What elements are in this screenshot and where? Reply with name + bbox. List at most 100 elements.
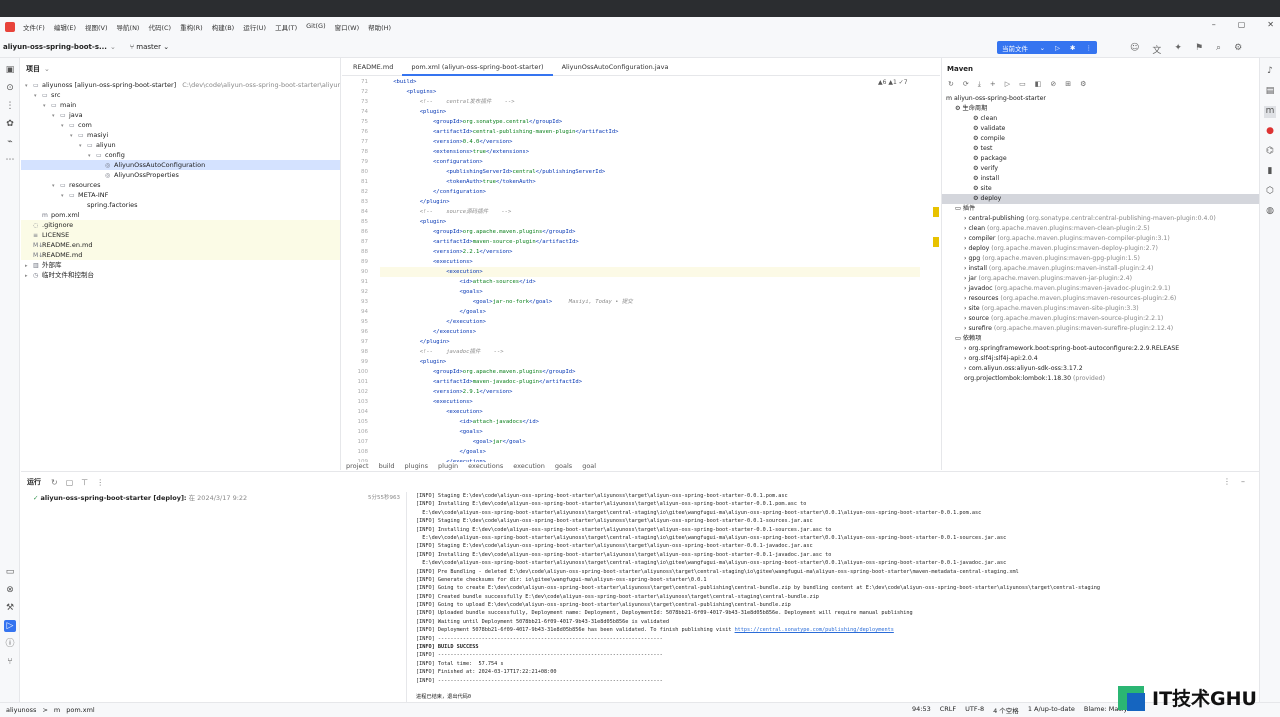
reload-icon[interactable]: ⟳ <box>963 80 969 94</box>
bookmark-icon[interactable]: ▮ <box>1264 166 1276 178</box>
status-item[interactable]: UTF-8 <box>965 705 984 715</box>
code-line[interactable]: <version>2.9.1</version> <box>380 387 920 397</box>
maven-tree-row[interactable]: › site (org.apache.maven.plugins:maven-s… <box>942 304 1259 314</box>
maven-tree-row[interactable]: › deploy (org.apache.maven.plugins:maven… <box>942 244 1259 254</box>
tree-arrow-icon[interactable]: ▾ <box>79 141 87 150</box>
close-icon[interactable]: ✕ <box>1267 20 1274 29</box>
tree-row[interactable]: ▾ ▭ config <box>21 150 340 160</box>
maven-tree-row[interactable]: org.projectlombok:lombok:1.18.30 (provid… <box>942 374 1259 384</box>
menu-item[interactable]: 视图(V) <box>85 22 108 32</box>
menu-item[interactable]: 导航(N) <box>117 22 140 32</box>
plugin-icon[interactable]: ⚑ <box>1195 43 1203 56</box>
code-text[interactable]: <build> <plugins> <!-- central发布插件 --> <… <box>380 77 920 462</box>
code-line[interactable]: <publishingServerId>central</publishingS… <box>380 167 920 177</box>
maven-tree-row[interactable]: ⚙ clean <box>942 114 1259 124</box>
breadcrumb-item[interactable]: goals <box>555 462 572 470</box>
code-line[interactable]: <plugin> <box>380 357 920 367</box>
editor-tab[interactable]: pom.xml (aliyun-oss-spring-boot-starter) <box>402 58 553 76</box>
breadcrumb-item[interactable]: build <box>379 462 395 470</box>
code-line[interactable]: <execution> <box>380 267 920 277</box>
code-line[interactable]: <groupId>org.apache.maven.plugins</group… <box>380 367 920 377</box>
publish-link[interactable]: https://central.sonatype.com/publishing/… <box>735 627 894 633</box>
git-icon[interactable]: ⑂ <box>4 656 16 668</box>
code-line[interactable]: <groupId>org.sonatype.central</groupId> <box>380 117 920 127</box>
code-line[interactable]: <version>2.2.1</version> <box>380 247 920 257</box>
maven-tree-row[interactable]: › gpg (org.apache.maven.plugins:maven-gp… <box>942 254 1259 264</box>
tree-arrow-icon[interactable]: ▾ <box>34 91 42 100</box>
breadcrumb-item[interactable]: executions <box>468 462 503 470</box>
menu-item[interactable]: 重构(R) <box>180 22 203 32</box>
tree-row[interactable]: ▾ ▭ src <box>21 90 340 100</box>
tree-row[interactable]: ▾ ▭ resources <box>21 180 340 190</box>
tree-row[interactable]: ▸ ▥ 外部库 <box>21 260 340 270</box>
menu-item[interactable]: 文件(F) <box>23 22 45 32</box>
search-icon[interactable]: ⌕ <box>1216 43 1221 56</box>
tree-row[interactable]: M↓README.en.md <box>21 240 340 250</box>
settings-icon[interactable]: ⚙ <box>1080 80 1086 94</box>
code-line[interactable]: <extensions>true</extensions> <box>380 147 920 157</box>
maven-tree-row[interactable]: › com.aliyun.oss:aliyun-sdk-oss:3.17.2 <box>942 364 1259 374</box>
toggle-icon[interactable]: ◧ <box>1035 80 1042 94</box>
tree-arrow-icon[interactable]: ▾ <box>70 131 78 140</box>
code-line[interactable]: <execution> <box>380 407 920 417</box>
info-icon[interactable]: ⓘ <box>4 638 16 650</box>
code-line[interactable]: <plugin> <box>380 217 920 227</box>
menu-item[interactable]: 帮助(H) <box>368 22 391 32</box>
tree-arrow-icon[interactable]: ▾ <box>25 81 33 90</box>
maven-tree-row[interactable]: ⚙ package <box>942 154 1259 164</box>
gear-icon[interactable]: ⚙ <box>1234 43 1242 56</box>
plugin-tool-icon[interactable]: ✿ <box>4 118 16 130</box>
diagram-icon[interactable]: ⊞ <box>1065 80 1071 94</box>
problems-icon[interactable]: ⊗ <box>4 584 16 596</box>
run-icon[interactable]: ▷ <box>1050 44 1065 52</box>
debug-icon[interactable]: ✱ <box>1065 44 1080 52</box>
more-tools-icon[interactable]: ⋯ <box>4 154 16 166</box>
tree-row[interactable]: M↓README.md <box>21 250 340 260</box>
minimize-icon[interactable]: – <box>1212 20 1216 29</box>
gradle-icon[interactable]: ⌬ <box>1264 146 1276 158</box>
code-line[interactable]: <goal>jar-no-fork</goal> Masiyi, Today •… <box>380 297 920 307</box>
branch-selector[interactable]: ⑂ master ⌄ <box>130 43 169 51</box>
chevron-down-icon[interactable]: ⌄ <box>110 43 116 51</box>
maven-tree-row[interactable]: › clean (org.apache.maven.plugins:maven-… <box>942 224 1259 234</box>
tree-row[interactable]: ◎ AliyunOssProperties <box>21 170 340 180</box>
maven-tree-row[interactable]: ⚙ install <box>942 174 1259 184</box>
commit-icon[interactable]: ⊙ <box>4 82 16 94</box>
skip-tests-icon[interactable]: ⊘ <box>1050 80 1056 94</box>
maven-tree-row[interactable]: m aliyun-oss-spring-boot-starter <box>942 94 1259 104</box>
run-tool-icon[interactable]: ▷ <box>4 620 16 632</box>
maven-tree-row[interactable]: ⚙ site <box>942 184 1259 194</box>
database-icon[interactable]: ▤ <box>1264 86 1276 98</box>
more-icon[interactable]: ⋮ <box>96 478 104 487</box>
breadcrumb-item[interactable]: execution <box>513 462 545 470</box>
maven-tree-row[interactable]: › install (org.apache.maven.plugins:mave… <box>942 264 1259 274</box>
code-line[interactable]: <plugin> <box>380 107 920 117</box>
tree-row[interactable]: ▾ ▭ masiyi <box>21 130 340 140</box>
run-config-label[interactable]: 当前文件 <box>997 43 1035 53</box>
status-item[interactable]: 4 个空格 <box>993 705 1019 715</box>
project-tool-icon[interactable]: ▣ <box>4 64 16 76</box>
more-icon[interactable]: ⋮ <box>1081 44 1098 52</box>
code-line[interactable]: <plugins> <box>380 87 920 97</box>
structure-icon[interactable]: ⋮ <box>4 100 16 112</box>
filter-icon[interactable]: ⊤ <box>81 478 88 487</box>
menu-item[interactable]: 代码(C) <box>148 22 171 32</box>
tree-arrow-icon[interactable]: ▾ <box>61 191 69 200</box>
hex-icon[interactable]: ⬡ <box>1264 186 1276 198</box>
build-icon[interactable]: ⚒ <box>4 602 16 614</box>
code-line[interactable]: <id>attach-javadocs</id> <box>380 417 920 427</box>
tree-row[interactable]: ◌ .gitignore <box>21 220 340 230</box>
minimize-panel-icon[interactable]: – <box>1241 477 1245 486</box>
status-path-item[interactable]: pom.xml <box>66 706 95 714</box>
code-line[interactable]: </execution> <box>380 317 920 327</box>
warning-marker[interactable] <box>933 237 939 247</box>
refresh-icon[interactable]: ↻ <box>948 80 954 94</box>
menu-item[interactable]: Git(G) <box>306 22 326 32</box>
ai-assistant-icon[interactable]: ✦ <box>1174 43 1182 56</box>
tree-row[interactable]: ▾ ▭ aliyunoss [aliyun-oss-spring-boot-star… <box>21 80 340 90</box>
maven-tree-row[interactable]: › resources (org.apache.maven.plugins:ma… <box>942 294 1259 304</box>
code-line[interactable]: <build> <box>380 77 920 87</box>
globe-icon[interactable]: ◍ <box>1264 206 1276 218</box>
code-line[interactable]: <artifactId>maven-source-plugin</artifac… <box>380 237 920 247</box>
tree-row[interactable]: ▾ ▭ java <box>21 110 340 120</box>
